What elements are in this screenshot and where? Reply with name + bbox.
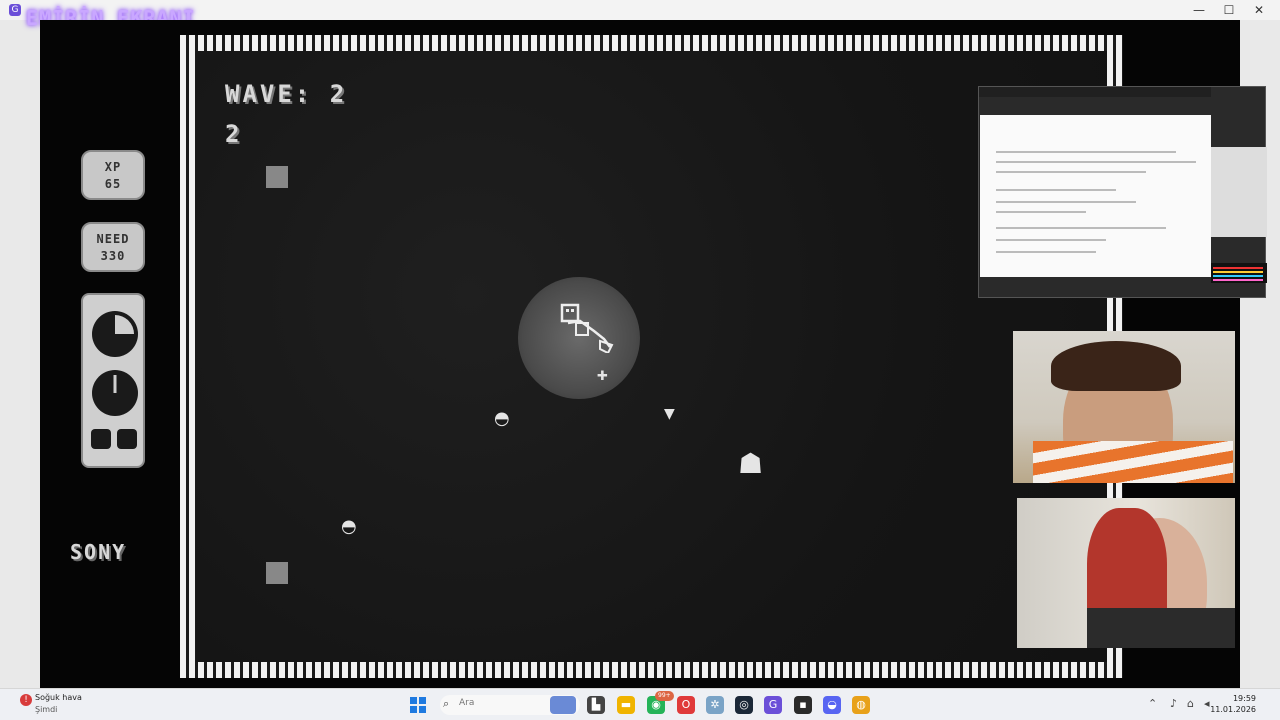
network-icon[interactable]: ⌂ bbox=[1187, 697, 1194, 710]
brand-label: SONY bbox=[70, 540, 127, 564]
enemy-count: 2 bbox=[225, 120, 243, 148]
overlay-row bbox=[996, 151, 1176, 153]
overlay-row bbox=[996, 161, 1196, 163]
discord-icon[interactable]: ◒ bbox=[823, 696, 841, 714]
need-label: NEED bbox=[96, 232, 130, 246]
need-value: 330 bbox=[100, 249, 126, 263]
opera-icon[interactable]: O bbox=[677, 696, 695, 714]
overlay-browser-window bbox=[978, 86, 1267, 298]
clock-time: 19:59 bbox=[1232, 694, 1256, 703]
xp-label: XP bbox=[104, 160, 122, 174]
chrome-icon[interactable]: ◍ bbox=[852, 696, 870, 714]
overlay-row bbox=[996, 227, 1166, 229]
wave-label: WAVE: 2 bbox=[225, 80, 348, 108]
enemy-small-icon: ▼ bbox=[664, 406, 675, 422]
search-icon: ⌕ bbox=[443, 697, 450, 710]
dial-bottom-icon bbox=[92, 370, 138, 416]
controller-icon bbox=[81, 293, 145, 468]
taskbar: ! Soğuk hava Şimdi ⌕ Ara ▙ ▬ ◉ 99+ O ✲ ◎… bbox=[0, 688, 1280, 720]
overlay-row bbox=[996, 201, 1136, 203]
steam-icon[interactable]: ◎ bbox=[735, 696, 753, 714]
enemy-chick-icon: ◓ bbox=[494, 408, 510, 429]
screen: G EMİRİN EKRANI — ☐ ✕ XP 65 NEED 330 SON… bbox=[0, 0, 1280, 720]
tray-chevron-icon[interactable]: ⌃ bbox=[1148, 697, 1157, 710]
xp-badge: XP 65 bbox=[81, 150, 145, 200]
playfield[interactable] bbox=[196, 51, 1107, 662]
player-icon bbox=[560, 303, 614, 353]
need-badge: NEED 330 bbox=[81, 222, 145, 272]
overlay-tabbar bbox=[979, 87, 1211, 97]
file-explorer-icon[interactable]: ▬ bbox=[617, 696, 635, 714]
terminal-icon[interactable]: ▪ bbox=[794, 696, 812, 714]
volume-icon[interactable]: ◂ bbox=[1204, 697, 1210, 710]
search-placeholder: Ara bbox=[459, 698, 475, 708]
webcam-streamer-2 bbox=[1017, 498, 1235, 648]
windows-start-icon[interactable] bbox=[410, 697, 426, 713]
overlay-row bbox=[996, 211, 1086, 213]
clock-date: 11.01.2026 bbox=[1210, 705, 1256, 714]
overlay-row bbox=[996, 251, 1096, 253]
weather-title[interactable]: Soğuk hava bbox=[35, 693, 82, 702]
taskbar-clock[interactable]: 19:59 11.01.2026 bbox=[1210, 693, 1256, 715]
crate-bottom bbox=[266, 562, 288, 584]
widget-icon[interactable] bbox=[550, 696, 576, 714]
app-g-icon[interactable]: G bbox=[764, 696, 782, 714]
close-button[interactable]: ✕ bbox=[1244, 2, 1274, 18]
overlay-row bbox=[996, 171, 1146, 173]
overlay-audio-bars bbox=[1211, 263, 1267, 283]
minimize-button[interactable]: — bbox=[1184, 2, 1214, 18]
weather-alert-icon[interactable]: ! bbox=[20, 694, 32, 706]
crate-top bbox=[266, 166, 288, 188]
button-right-icon bbox=[117, 429, 137, 449]
overlay-page bbox=[980, 115, 1211, 277]
webcam-streamer-1 bbox=[1013, 331, 1235, 483]
overlay-row bbox=[996, 189, 1116, 191]
button-left-icon bbox=[91, 429, 111, 449]
weather-subtitle: Şimdi bbox=[35, 705, 58, 714]
overlay-row bbox=[996, 239, 1106, 241]
overlay-side-image bbox=[1211, 147, 1267, 237]
notification-badge: 99+ bbox=[655, 691, 674, 701]
microphone-icon[interactable]: ♪ bbox=[1170, 697, 1177, 710]
app-icon: G bbox=[9, 4, 21, 16]
crosshair-icon: ✚ bbox=[597, 369, 608, 384]
window-titlebar: G EMİRİN EKRANI — ☐ ✕ bbox=[0, 0, 1280, 30]
maximize-button[interactable]: ☐ bbox=[1214, 2, 1244, 18]
xp-value: 65 bbox=[104, 177, 122, 191]
enemy-ghost-icon: ☗ bbox=[738, 447, 764, 480]
settings-icon[interactable]: ✲ bbox=[706, 696, 724, 714]
dial-top-icon bbox=[92, 311, 138, 357]
task-view-icon[interactable]: ▙ bbox=[587, 696, 605, 714]
enemy-chick-2-icon: ◓ bbox=[341, 516, 357, 537]
